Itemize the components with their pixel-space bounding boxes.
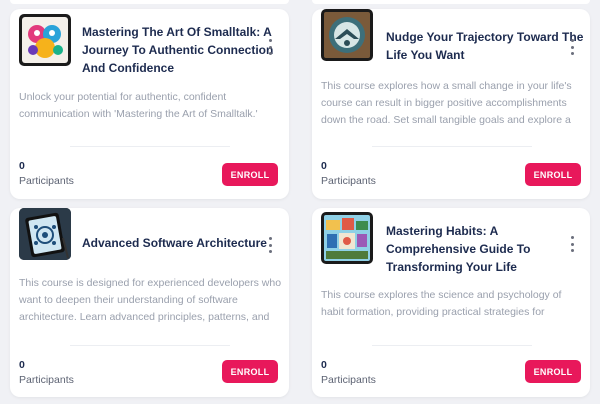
tablet-diagram-icon: [19, 208, 71, 260]
emblem-icon: [324, 12, 370, 58]
participants-label: Participants: [19, 175, 74, 187]
participants-count: 0: [19, 160, 25, 172]
course-card[interactable]: Nudge Your Trajectory Toward The Life Yo…: [312, 9, 590, 199]
participants-count: 0: [321, 359, 327, 371]
participants-label: Participants: [321, 374, 376, 386]
more-options-icon[interactable]: [567, 236, 577, 252]
smalltalk-art-icon: [22, 17, 68, 63]
course-card[interactable]: Mastering The Art Of Smalltalk: A Journe…: [10, 9, 289, 199]
course-description: Unlock your potential for authentic, con…: [19, 91, 258, 120]
course-thumbnail[interactable]: [19, 14, 71, 66]
course-description: This course explores the science and psy…: [321, 289, 562, 318]
divider: [70, 146, 230, 147]
divider: [372, 345, 532, 346]
divider: [372, 146, 532, 147]
participants-label: Participants: [321, 175, 376, 187]
course-thumbnail[interactable]: [321, 9, 373, 61]
participants-count: 0: [321, 160, 327, 172]
course-description: This course explores how a small change …: [321, 80, 572, 126]
course-title[interactable]: Mastering Habits: A Comprehensive Guide …: [386, 222, 530, 276]
more-options-icon[interactable]: [265, 237, 275, 253]
course-title[interactable]: Advanced Software Architecture: [82, 234, 267, 252]
habits-collage-icon: [324, 215, 370, 261]
enroll-button[interactable]: ENROLL: [525, 163, 581, 186]
enroll-button[interactable]: ENROLL: [222, 163, 278, 186]
course-thumbnail[interactable]: [19, 208, 71, 260]
card-above-edge: [312, 0, 590, 4]
enroll-button[interactable]: ENROLL: [222, 360, 278, 383]
course-title[interactable]: Mastering The Art Of Smalltalk: A Journe…: [82, 23, 273, 77]
more-options-icon[interactable]: [265, 39, 275, 55]
course-card[interactable]: Advanced Software Architecture This cour…: [10, 208, 289, 397]
enroll-button[interactable]: ENROLL: [525, 360, 581, 383]
course-description: This course is designed for experienced …: [19, 277, 282, 323]
course-thumbnail[interactable]: [321, 212, 373, 264]
divider: [70, 345, 230, 346]
course-title[interactable]: Nudge Your Trajectory Toward The Life Yo…: [386, 28, 583, 64]
participants-label: Participants: [19, 374, 74, 386]
course-card[interactable]: Mastering Habits: A Comprehensive Guide …: [312, 208, 590, 397]
card-above-edge: [10, 0, 289, 4]
participants-count: 0: [19, 359, 25, 371]
more-options-icon[interactable]: [567, 39, 577, 55]
